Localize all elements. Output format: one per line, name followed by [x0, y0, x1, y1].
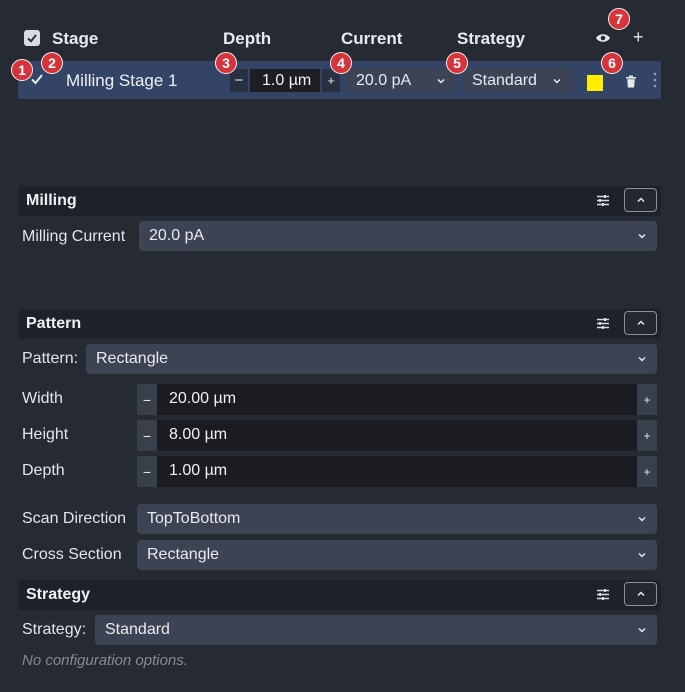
milling-current-label: Milling Current [22, 228, 126, 245]
scan-direction-select[interactable]: TopToBottom [137, 504, 657, 534]
width-decrement-button[interactable]: − [137, 384, 157, 415]
milling-section-title: Milling [26, 192, 77, 209]
select-all-checkbox[interactable] [24, 30, 40, 46]
eye-icon[interactable] [595, 31, 611, 45]
stage-name[interactable]: Milling Stage 1 [66, 71, 178, 91]
trash-icon[interactable] [625, 75, 637, 88]
sliders-icon[interactable] [596, 588, 610, 601]
pattern-type-value: Rectangle [96, 350, 169, 367]
pattern-type-label: Pattern: [22, 350, 79, 367]
column-header-current: Current [341, 29, 403, 48]
height-label: Height [22, 426, 69, 443]
annotation-badge-1: 1 [11, 59, 33, 81]
width-increment-button[interactable]: + [637, 384, 657, 415]
pattern-type-select[interactable]: Rectangle [86, 344, 657, 374]
milling-section-header [18, 186, 661, 216]
pattern-depth-decrement-button[interactable]: − [137, 456, 157, 487]
add-stage-button[interactable]: + [633, 27, 644, 48]
height-increment-button[interactable]: + [637, 420, 657, 451]
annotation-badge-3: 3 [215, 52, 237, 74]
height-input[interactable]: 8.00 µm [169, 426, 227, 444]
chevron-down-icon [638, 516, 646, 522]
annotation-badge-2: 2 [41, 52, 63, 74]
sliders-icon[interactable] [596, 194, 610, 207]
chevron-down-icon [638, 356, 646, 362]
sliders-icon[interactable] [596, 317, 610, 330]
chevron-up-icon [636, 591, 645, 597]
annotation-badge-7: 7 [608, 8, 630, 30]
chevron-up-icon [636, 197, 645, 203]
current-select[interactable]: 20.0 pA [346, 68, 456, 93]
column-header-stage: Stage [52, 29, 99, 48]
column-header-depth: Depth [223, 29, 272, 48]
chevron-down-icon [638, 552, 646, 558]
width-label: Width [22, 390, 63, 407]
strategy-section-header [18, 580, 661, 610]
pattern-depth-input[interactable]: 1.00 µm [169, 462, 227, 480]
chevron-down-icon [638, 627, 646, 633]
width-input[interactable]: 20.00 µm [169, 390, 236, 408]
strategy-section-title: Strategy [26, 586, 91, 603]
pattern-section-header [18, 309, 661, 339]
milling-current-select[interactable]: 20.0 pA [139, 221, 657, 251]
strategy-type-value: Standard [105, 621, 170, 638]
chevron-up-icon [636, 320, 645, 326]
pattern-depth-increment-button[interactable]: + [637, 456, 657, 487]
depth-input[interactable]: 1.0 µm [250, 69, 320, 92]
strategy-select[interactable]: Standard [462, 68, 572, 93]
scan-direction-value: TopToBottom [147, 510, 241, 527]
current-select-value: 20.0 pA [356, 71, 412, 89]
annotation-badge-6: 6 [601, 52, 623, 74]
height-decrement-button[interactable]: − [137, 420, 157, 451]
milling-current-value: 20.0 pA [149, 227, 205, 244]
strategy-collapse-button[interactable] [624, 582, 657, 606]
annotation-badge-5: 5 [446, 52, 468, 74]
chevron-down-icon [437, 78, 445, 84]
chevron-down-icon [553, 78, 561, 84]
strategy-hint: No configuration options. [22, 652, 188, 669]
annotation-badge-4: 4 [330, 52, 352, 74]
chevron-down-icon [638, 233, 646, 239]
depth-decrement-button[interactable]: − [230, 69, 248, 92]
milling-collapse-button[interactable] [624, 188, 657, 212]
check-icon [27, 34, 37, 43]
stage-color-swatch[interactable] [587, 75, 603, 91]
pattern-depth-label: Depth [22, 462, 65, 479]
pattern-collapse-button[interactable] [624, 311, 657, 335]
cross-section-value: Rectangle [147, 546, 220, 563]
strategy-select-value: Standard [472, 71, 537, 89]
drag-handle-icon[interactable] [653, 71, 657, 89]
cross-section-label: Cross Section [22, 546, 122, 563]
scan-direction-label: Scan Direction [22, 510, 127, 527]
column-header-strategy: Strategy [457, 29, 526, 48]
pattern-section-title: Pattern [26, 315, 82, 332]
strategy-label: Strategy: [22, 621, 87, 638]
cross-section-select[interactable]: Rectangle [137, 540, 657, 570]
strategy-type-select[interactable]: Standard [95, 615, 657, 645]
